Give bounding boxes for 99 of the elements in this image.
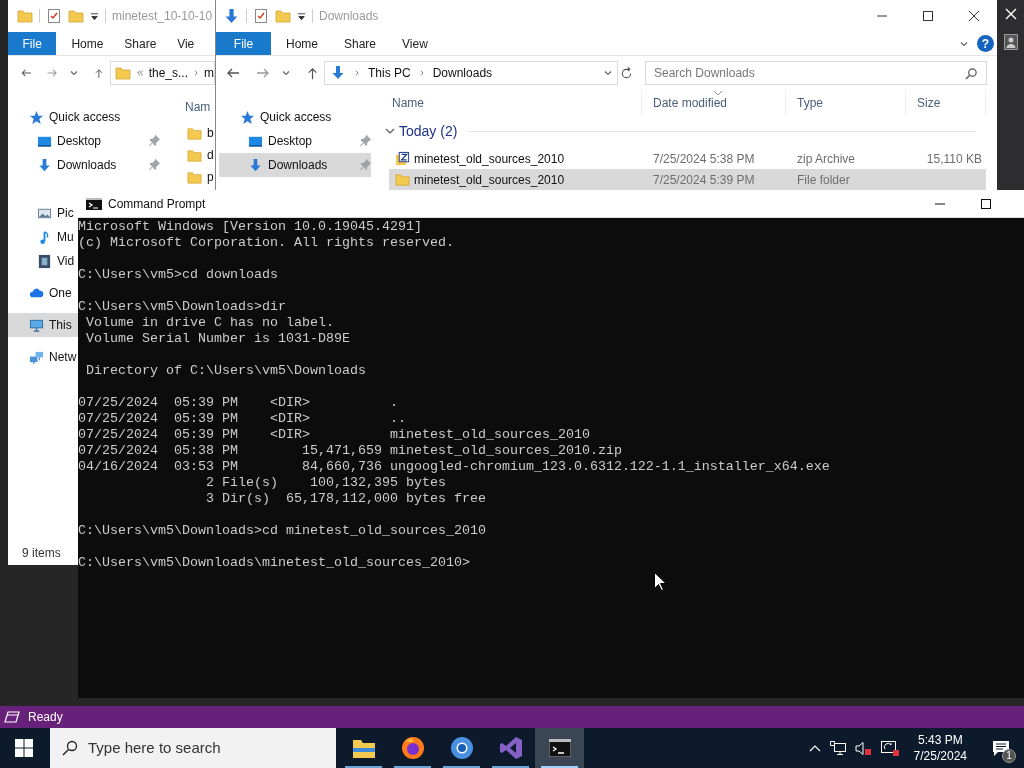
- help-button[interactable]: ?: [977, 35, 994, 52]
- notification-badge: 1: [1002, 749, 1016, 763]
- star-icon: [29, 109, 44, 125]
- chevron-down-icon[interactable]: [68, 68, 79, 78]
- column-header[interactable]: Date modified: [642, 90, 786, 116]
- mouse-pointer-icon: [654, 572, 666, 591]
- maximize-icon: [923, 11, 933, 21]
- star-icon: [240, 109, 255, 125]
- double-chevron-icon: [135, 69, 144, 77]
- group-header: Today (2): [399, 121, 458, 141]
- chevron-up-icon[interactable]: [808, 744, 821, 752]
- address-bar[interactable]: the_s... m: [109, 61, 215, 85]
- column-header[interactable]: Name: [381, 90, 642, 116]
- display-alert-icon[interactable]: [880, 740, 899, 756]
- ribbon-tab[interactable]: Home: [271, 32, 329, 55]
- pin-icon: [148, 158, 161, 171]
- user-icon[interactable]: [1003, 34, 1018, 50]
- volume-muted-icon[interactable]: [854, 740, 872, 756]
- window-title: minetest_10-10-10: [112, 8, 213, 25]
- pin-icon: [148, 134, 161, 147]
- search-field[interactable]: Search Downloads: [645, 61, 987, 85]
- breadcrumb-chevron-icon: [354, 69, 360, 77]
- nav-item[interactable]: Desktop: [8, 129, 180, 153]
- nav-item[interactable]: Vid: [8, 249, 78, 273]
- window-title: Downloads: [319, 8, 379, 25]
- nav-item[interactable]: Desktop: [219, 129, 371, 153]
- download-arrow-icon: [37, 157, 52, 173]
- checklist-icon: [253, 8, 269, 24]
- network-icon[interactable]: [829, 740, 846, 756]
- window-title: Command Prompt: [108, 195, 206, 213]
- file-row[interactable]: b: [180, 122, 214, 144]
- column-header[interactable]: Size: [906, 90, 986, 116]
- refresh-icon[interactable]: [620, 66, 633, 80]
- nav-item[interactable]: Downloads: [219, 153, 371, 177]
- browser-icon: [449, 736, 474, 760]
- browser-icon: [400, 736, 425, 760]
- pin-icon: [359, 134, 372, 147]
- file-row[interactable]: minetest_old_sources_2010 7/25/2024 5:38 PM zip Archive 15,110 KB: [389, 148, 986, 169]
- breadcrumb-chevron-icon: [193, 69, 199, 77]
- checklist-icon: [46, 8, 62, 24]
- pin-icon: [359, 158, 372, 171]
- terminal-icon: [548, 739, 571, 757]
- chevron-down-icon[interactable]: [281, 68, 291, 78]
- monitor-icon: [29, 317, 44, 333]
- chevron-down-icon[interactable]: [603, 68, 613, 78]
- download-arrow-icon: [330, 65, 346, 81]
- nav-item[interactable]: Pic: [8, 201, 78, 225]
- notification-button[interactable]: 1: [988, 734, 1014, 762]
- nav-item[interactable]: Netw: [8, 345, 78, 369]
- nav-item[interactable]: Mu: [8, 225, 78, 249]
- sort-caret-icon: [713, 90, 723, 96]
- close-icon[interactable]: [1004, 8, 1017, 20]
- folder-icon: [68, 8, 84, 24]
- clock[interactable]: 5:43 PM 7/25/2024: [907, 732, 973, 764]
- search-field[interactable]: Type here to search: [50, 728, 336, 768]
- nav-item[interactable]: One: [8, 281, 78, 305]
- close-icon: [969, 11, 979, 21]
- nav-item[interactable]: This: [8, 313, 78, 337]
- console-output: Microsoft Windows [Version 10.0.19045.4291] (c) Microsoft Corporation. All rights reserved. C:\Users\vm5>cd downloads C:\Users\vm5\Downloads>dir Volume in drive C has no label. Volume Serial Number is 1031-D89E Directory of C:\Users\vm5\Downloads 07/25/2024 05:39 PM <DIR> . 07/25/2024 05:39 PM <DIR> .. 07/25/2024 05:39 PM <DIR> minetest_old_sources_2010 07/25/2024 05:38 PM 15,471,659 minetest_old_sources_2010.zip 04/16/2024 03:53 PM 84,660,736 ungoogled-chromium_123.0.6312.122-1.1_installer_x64.exe 2 File(s) 100,132,395 bytes 3 Dir(s) 65,178,112,000 bytes free C:\Users\vm5\Downloads>cd minetest_old_sources_2010 C:\Users\vm5\Downloads\minetest_old_sources_2010>: [78, 218, 830, 571]
- nav-item[interactable]: Quick access: [219, 105, 371, 129]
- column-header[interactable]: Type: [786, 90, 906, 116]
- ribbon-tab[interactable]: Share: [109, 32, 163, 55]
- zip-archive-icon: [395, 151, 410, 166]
- folder-icon: [395, 172, 410, 187]
- folder-icon: [114, 65, 131, 81]
- ribbon-tab[interactable]: View: [387, 32, 445, 55]
- search-icon: [965, 66, 978, 80]
- search-icon: [62, 740, 78, 756]
- address-bar[interactable]: This PC Downloads: [324, 61, 618, 85]
- network-icon: [29, 349, 44, 365]
- breadcrumb-chevron-icon: [418, 69, 425, 77]
- column-header: Nam: [184, 99, 212, 116]
- ribbon-tab[interactable]: Home: [56, 32, 110, 55]
- folder-icon: [187, 169, 202, 185]
- nav-item[interactable]: Quick access: [8, 105, 180, 129]
- terminal-icon: [86, 197, 102, 210]
- file-explorer-icon: [351, 737, 376, 759]
- folder-icon: [17, 8, 33, 24]
- nav-item[interactable]: Downloads: [8, 153, 180, 177]
- ribbon-tab[interactable]: Vie: [162, 32, 215, 55]
- caret-icon: [90, 11, 99, 21]
- film-icon: [37, 253, 52, 269]
- status-text: 9 items: [22, 545, 61, 562]
- folder-icon: [275, 8, 291, 24]
- code-editor-icon: [498, 736, 523, 760]
- status-icon: [4, 711, 20, 723]
- ribbon-tab[interactable]: Share: [329, 32, 387, 55]
- download-arrow-icon: [248, 157, 263, 173]
- status-text: Ready: [28, 709, 63, 726]
- folder-icon: [187, 147, 202, 163]
- folder-icon: [187, 125, 202, 141]
- taskbar-app-button[interactable]: [535, 728, 584, 768]
- collapse-chevron-icon[interactable]: [385, 126, 395, 136]
- file-row[interactable]: p: [180, 166, 214, 188]
- windows-logo-icon: [15, 739, 33, 757]
- maximize-icon: [981, 198, 991, 209]
- caret-icon: [297, 11, 306, 21]
- file-row[interactable]: minetest_old_sources_2010 7/25/2024 5:39 PM File folder: [389, 169, 986, 190]
- file-row[interactable]: d: [180, 144, 214, 166]
